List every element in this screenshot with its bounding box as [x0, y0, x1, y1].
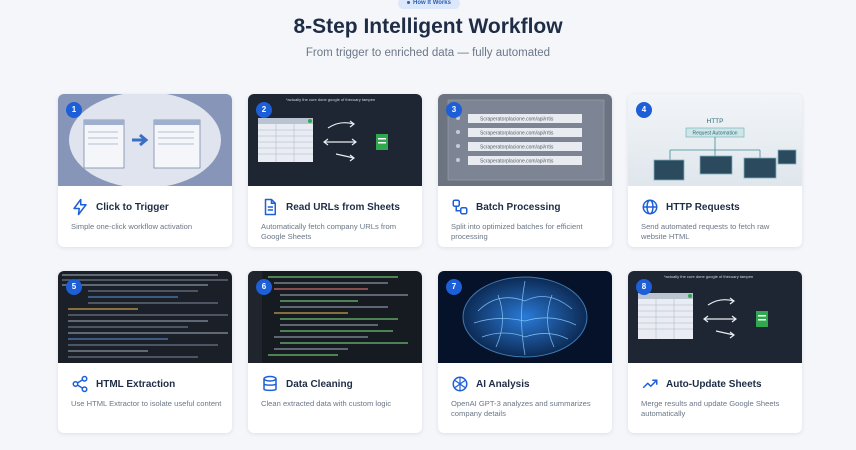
step-title: Auto-Update Sheets — [666, 379, 762, 390]
document-icon — [264, 198, 276, 216]
sheets-caption: *actually the cure done google of thecua… — [664, 274, 753, 279]
ai-icon — [452, 376, 468, 392]
batch-icon — [452, 199, 468, 215]
step-number: 4 — [636, 102, 652, 118]
step-title: HTML Extraction — [96, 379, 176, 390]
batch-row-3: Scraperatorplacione.com/api/rrtis — [480, 145, 554, 151]
step-number: 5 — [66, 279, 82, 295]
sheets-caption: *actually the cure done google of thecua… — [286, 97, 375, 102]
step-title: Data Cleaning — [286, 379, 353, 390]
step-card-7[interactable]: 7 AI Analysis OpenAI GPT-3 analyzes and … — [438, 271, 612, 433]
step-6-image — [248, 271, 422, 363]
step-4-image: HTTP Request Automation — [628, 94, 802, 186]
step-description: Split into optimized batches for efficie… — [451, 222, 583, 241]
step-card-3[interactable]: Scraperatorplacione.com/api/rrtis Scrape… — [438, 94, 612, 247]
step-5-image — [58, 271, 232, 363]
trending-icon — [642, 379, 658, 389]
step-number: 6 — [256, 279, 272, 295]
step-2-image: *actually the cure done google of thecua… — [248, 94, 422, 186]
step-description: Use HTML Extractor to isolate useful con… — [71, 399, 222, 408]
step-number: 8 — [636, 279, 652, 295]
step-3-image: Scraperatorplacione.com/api/rrtis Scrape… — [438, 94, 612, 186]
page-subtitle: From trigger to enriched data — fully au… — [305, 47, 551, 59]
step-description: OpenAI GPT-3 analyzes and summarizes com… — [451, 399, 591, 418]
step-number: 2 — [256, 102, 272, 118]
share-icon — [72, 375, 88, 393]
step-number: 7 — [446, 279, 462, 295]
step-description: Clean extracted data with custom logic — [261, 399, 392, 408]
step-card-6[interactable]: 6 Data Cleaning Clean extracted data wit… — [248, 271, 422, 433]
step-8-image: *actually the cure done google of thecua… — [628, 271, 802, 363]
step-card-1[interactable]: 1 Click to Trigger Simple one-click work… — [58, 94, 232, 247]
badge-dot — [407, 0, 411, 4]
http-label: Request Automation — [692, 131, 737, 137]
step-number: 3 — [446, 102, 462, 118]
step-card-5[interactable]: 5 HTML Extraction Use HTML Extractor to … — [58, 271, 232, 433]
step-title: AI Analysis — [476, 379, 530, 390]
step-card-8[interactable]: *actually the cure done google of thecua… — [628, 271, 802, 433]
step-7-image — [438, 271, 612, 363]
step-description: Simple one-click workflow activation — [71, 222, 193, 231]
badge-label: How It Works — [413, 0, 451, 6]
step-title: Click to Trigger — [96, 202, 169, 213]
step-number: 1 — [66, 102, 82, 118]
step-description: Automatically fetch company URLs from Go… — [261, 222, 397, 241]
batch-row-2: Scraperatorplacione.com/api/rrtis — [480, 131, 554, 137]
globe-icon — [642, 199, 658, 215]
step-description: Merge results and update Google Sheets a… — [641, 399, 780, 418]
step-title: HTTP Requests — [666, 202, 740, 213]
step-card-4[interactable]: HTTP Request Automation 4 HTTP Requests … — [628, 94, 802, 247]
page-title: 8-Step Intelligent Workflow — [293, 15, 563, 38]
http-title: HTTP — [707, 118, 724, 125]
step-card-2[interactable]: *actually the cure done google of thecua… — [248, 94, 422, 247]
lightning-icon — [73, 198, 87, 216]
step-title: Read URLs from Sheets — [286, 202, 400, 213]
batch-row-4: Scraperatorplacione.com/api/rrtis — [480, 159, 554, 165]
step-description: Send automated requests to fetch raw web… — [641, 222, 770, 241]
database-icon — [263, 375, 277, 392]
step-1-image — [58, 94, 232, 186]
step-title: Batch Processing — [476, 202, 561, 213]
batch-row-1: Scraperatorplacione.com/api/rrtis — [480, 117, 554, 123]
how-it-works-badge: How It Works — [398, 0, 460, 9]
